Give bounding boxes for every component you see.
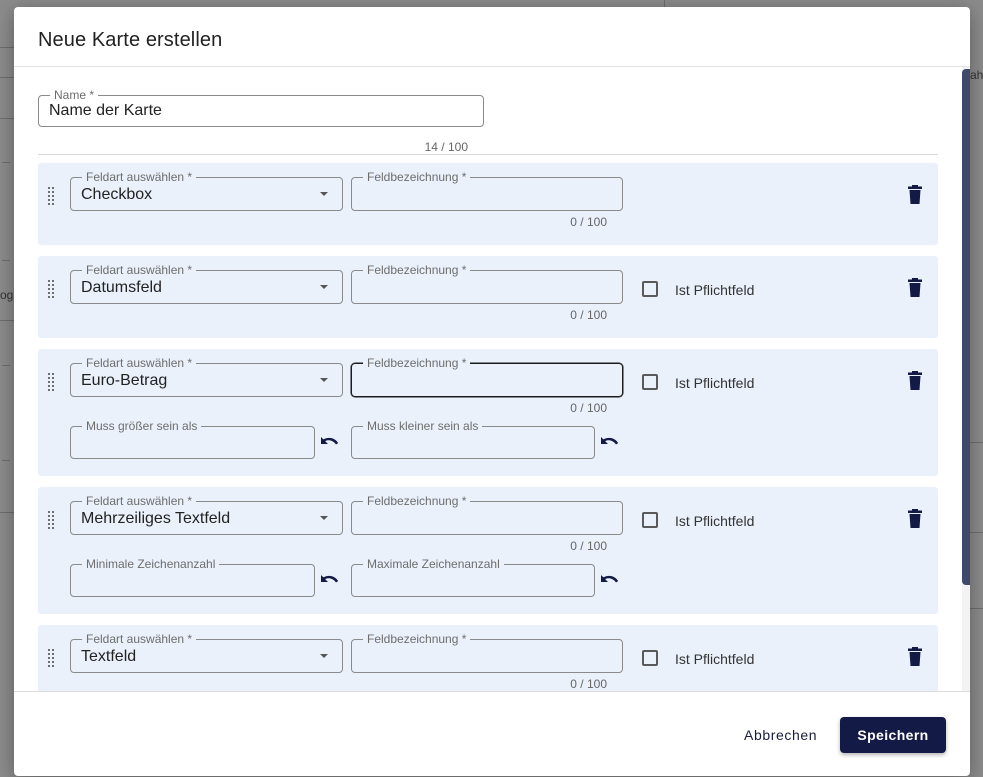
field-card: Feldart auswählen * Textfeld Feldbezeich… bbox=[38, 625, 938, 691]
bg-divider bbox=[970, 608, 983, 609]
bg-dash bbox=[2, 460, 10, 461]
field-type-select[interactable]: Feldart auswählen * Textfeld bbox=[70, 632, 343, 673]
field-label-counter: 0 / 100 bbox=[570, 215, 607, 229]
required-label[interactable]: Ist Pflichtfeld bbox=[675, 513, 754, 529]
trash-icon[interactable] bbox=[907, 278, 923, 298]
bg-divider bbox=[0, 512, 14, 513]
field-label-input[interactable]: Feldbezeichnung * bbox=[351, 632, 623, 673]
field-label-label: Feldbezeichnung * bbox=[363, 632, 471, 646]
trash-icon[interactable] bbox=[907, 185, 923, 205]
field-type-value: Checkbox bbox=[81, 186, 153, 203]
bg-dash bbox=[2, 260, 10, 261]
field-label-label: Feldbezeichnung * bbox=[363, 263, 471, 277]
bg-divider bbox=[0, 47, 14, 48]
trash-icon[interactable] bbox=[907, 371, 923, 391]
card-name-value: Name der Karte bbox=[49, 102, 162, 119]
field-label-label: Feldbezeichnung * bbox=[363, 356, 471, 370]
max-value-label: Muss kleiner sein als bbox=[363, 419, 483, 433]
field-type-label: Feldart auswählen * bbox=[82, 632, 197, 646]
bg-divider bbox=[970, 442, 983, 443]
required-label[interactable]: Ist Pflichtfeld bbox=[675, 282, 754, 298]
field-type-select[interactable]: Feldart auswählen * Euro-Betrag bbox=[70, 356, 343, 397]
max-length-input[interactable]: Maximale Zeichenanzahl bbox=[351, 557, 595, 597]
field-type-select[interactable]: Feldart auswählen * Mehrzeiliges Textfel… bbox=[70, 494, 343, 535]
dropdown-arrow-icon bbox=[320, 378, 328, 382]
required-checkbox[interactable] bbox=[642, 374, 658, 390]
field-label-input[interactable]: Feldbezeichnung * bbox=[351, 356, 623, 397]
field-type-select[interactable]: Feldart auswählen * Checkbox bbox=[70, 170, 343, 211]
card-name-label: Name * bbox=[50, 88, 99, 102]
undo-icon[interactable] bbox=[319, 435, 341, 451]
field-label-label: Feldbezeichnung * bbox=[363, 170, 471, 184]
field-type-label: Feldart auswählen * bbox=[82, 494, 197, 508]
dropdown-arrow-icon bbox=[320, 516, 328, 520]
max-length-label: Maximale Zeichenanzahl bbox=[363, 557, 504, 571]
bg-divider bbox=[970, 532, 983, 533]
required-checkbox[interactable] bbox=[642, 650, 658, 666]
dropdown-arrow-icon bbox=[320, 285, 328, 289]
min-value-input[interactable]: Muss größer sein als bbox=[70, 419, 315, 459]
bg-dash bbox=[2, 365, 10, 366]
dropdown-arrow-icon bbox=[320, 654, 328, 658]
cancel-button[interactable]: Abbrechen bbox=[736, 720, 825, 750]
trash-icon[interactable] bbox=[907, 647, 923, 667]
bg-divider bbox=[664, 0, 665, 7]
required-label[interactable]: Ist Pflichtfeld bbox=[675, 651, 754, 667]
dialog-content[interactable]: Name * Name der Karte 14 / 100 Feldart a… bbox=[14, 67, 970, 691]
drag-handle-icon[interactable] bbox=[48, 280, 54, 298]
field-label-counter: 0 / 100 bbox=[570, 539, 607, 553]
card-name-counter: 14 / 100 bbox=[424, 140, 468, 154]
scrollbar-thumb[interactable] bbox=[962, 69, 970, 585]
required-label[interactable]: Ist Pflichtfeld bbox=[675, 375, 754, 391]
field-type-select[interactable]: Feldart auswählen * Datumsfeld bbox=[70, 263, 343, 304]
undo-icon[interactable] bbox=[599, 435, 621, 451]
field-type-value: Textfeld bbox=[81, 648, 137, 665]
field-label-counter: 0 / 100 bbox=[570, 401, 607, 415]
field-type-label: Feldart auswählen * bbox=[82, 263, 197, 277]
field-label-counter: 0 / 100 bbox=[570, 677, 607, 691]
create-card-dialog: Neue Karte erstellen Name * Name der Kar… bbox=[14, 7, 970, 776]
undo-icon[interactable] bbox=[599, 573, 621, 589]
dialog-title: Neue Karte erstellen bbox=[38, 29, 223, 51]
required-checkbox[interactable] bbox=[642, 512, 658, 528]
field-type-label: Feldart auswählen * bbox=[82, 170, 197, 184]
drag-handle-icon[interactable] bbox=[48, 511, 54, 529]
drag-handle-icon[interactable] bbox=[48, 649, 54, 667]
required-checkbox[interactable] bbox=[642, 281, 658, 297]
field-type-label: Feldart auswählen * bbox=[82, 356, 197, 370]
field-label-counter: 0 / 100 bbox=[570, 308, 607, 322]
field-type-value: Mehrzeiliges Textfeld bbox=[81, 510, 231, 527]
field-label-input[interactable]: Feldbezeichnung * bbox=[351, 263, 623, 304]
field-label-label: Feldbezeichnung * bbox=[363, 494, 471, 508]
footer-divider bbox=[14, 691, 970, 692]
min-length-input[interactable]: Minimale Zeichenanzahl bbox=[70, 557, 315, 597]
drag-handle-icon[interactable] bbox=[48, 373, 54, 391]
bg-text-fragment: ahr bbox=[970, 68, 983, 82]
drag-handle-icon[interactable] bbox=[48, 187, 54, 205]
bg-divider bbox=[0, 118, 14, 119]
save-button[interactable]: Speichern bbox=[840, 717, 946, 753]
field-label-input[interactable]: Feldbezeichnung * bbox=[351, 494, 623, 535]
field-card: Feldart auswählen * Mehrzeiliges Textfel… bbox=[38, 487, 938, 614]
name-divider bbox=[38, 154, 938, 155]
bg-text-fragment: og bbox=[0, 288, 14, 302]
card-name-field[interactable]: Name * Name der Karte bbox=[38, 88, 484, 127]
undo-icon[interactable] bbox=[319, 573, 341, 589]
min-value-label: Muss größer sein als bbox=[82, 419, 202, 433]
max-value-input[interactable]: Muss kleiner sein als bbox=[351, 419, 595, 459]
field-label-input[interactable]: Feldbezeichnung * bbox=[351, 170, 623, 211]
bg-dash bbox=[2, 162, 10, 163]
field-card: Feldart auswählen * Checkbox Feldbezeich… bbox=[38, 163, 938, 245]
bg-divider bbox=[0, 77, 14, 78]
bg-divider bbox=[0, 320, 14, 321]
field-card: Feldart auswählen * Datumsfeld Feldbezei… bbox=[38, 256, 938, 338]
trash-icon[interactable] bbox=[907, 509, 923, 529]
field-type-value: Datumsfeld bbox=[81, 279, 162, 296]
field-type-value: Euro-Betrag bbox=[81, 372, 168, 389]
min-length-label: Minimale Zeichenanzahl bbox=[82, 557, 220, 571]
dropdown-arrow-icon bbox=[320, 192, 328, 196]
field-card: Feldart auswählen * Euro-Betrag Feldbeze… bbox=[38, 349, 938, 476]
